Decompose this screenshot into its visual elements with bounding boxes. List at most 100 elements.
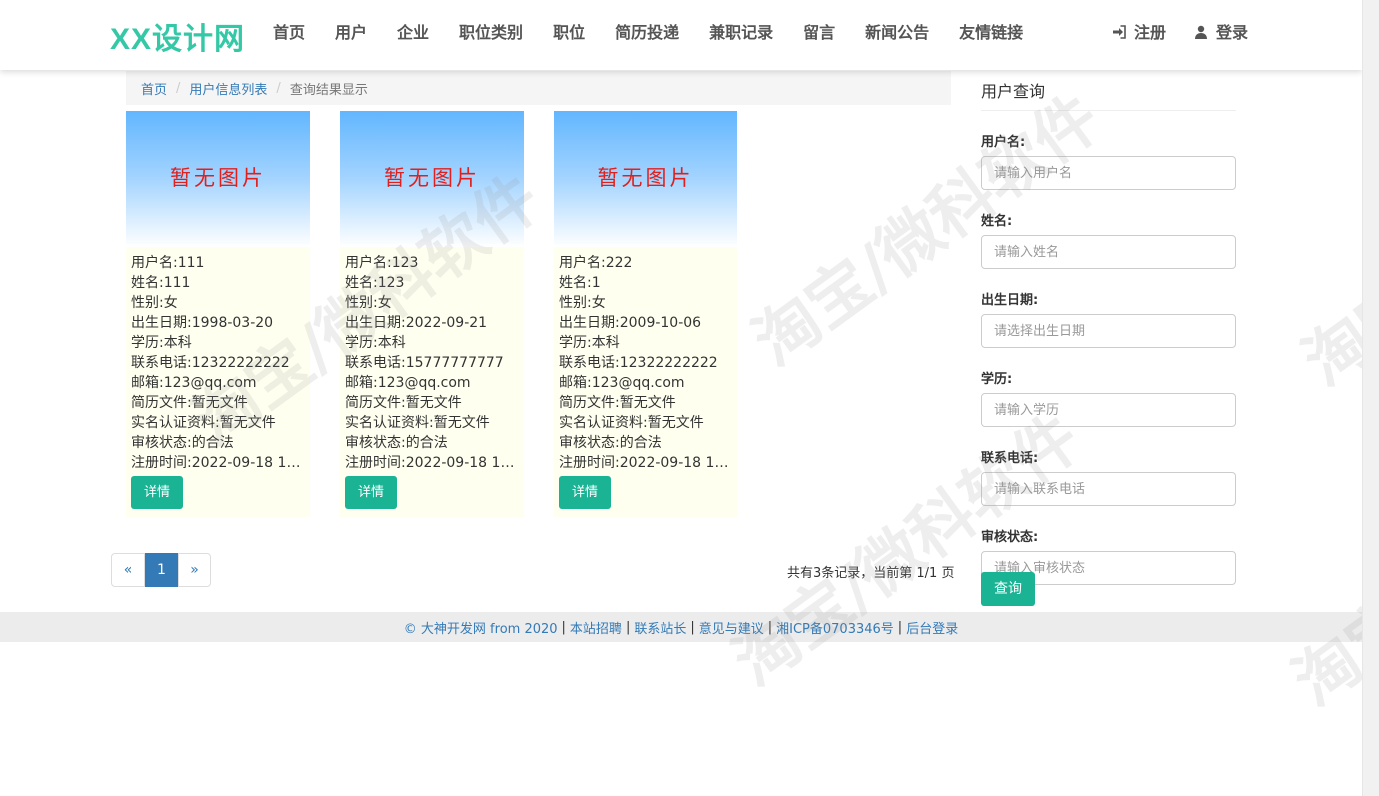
footer-link-feedback[interactable]: 意见与建议: [699, 618, 764, 637]
card-review-status: 审核状态:的合法: [559, 435, 662, 451]
user-card: 暂无图片 用户名:123 姓名:123 性别:女 出生日期:2022-09-21…: [340, 111, 524, 517]
page-1-button[interactable]: 1: [145, 553, 178, 587]
main-nav: 首页 用户 企业 职位类别 职位 简历投递 兼职记录 留言 新闻公告 友情链接: [258, 0, 1038, 70]
footer-link-icp[interactable]: 湘ICP备0703346号: [776, 618, 894, 637]
card-birthdate: 出生日期:2022-09-21: [345, 315, 488, 331]
card-email: 邮箱:123@qq.com: [345, 375, 471, 391]
card-email: 邮箱:123@qq.com: [559, 375, 685, 391]
card-name: 姓名:1: [559, 275, 601, 291]
birthdate-input[interactable]: [981, 314, 1236, 348]
card-phone: 联系电话:12322222222: [559, 355, 718, 371]
login-label: 登录: [1216, 23, 1249, 42]
search-panel-title: 用户查询: [981, 78, 1236, 111]
nav-item-job-categories[interactable]: 职位类别: [444, 0, 538, 70]
page-next-button[interactable]: »: [178, 553, 211, 587]
review-status-label: 审核状态:: [981, 530, 1039, 545]
footer-separator: |: [767, 619, 773, 635]
user-card-list: 暂无图片 用户名:111 姓名:111 性别:女 出生日期:1998-03-20…: [126, 111, 767, 517]
phone-input[interactable]: [981, 472, 1236, 506]
page-prev-button[interactable]: «: [111, 553, 145, 587]
register-label: 注册: [1134, 23, 1167, 42]
user-card: 暂无图片 用户名:222 姓名:1 性别:女 出生日期:2009-10-06 学…: [554, 111, 737, 517]
user-search-panel: 用户查询 用户名: 姓名: 出生日期: 学历: 联系电话: 审核状态:: [981, 78, 1236, 585]
card-register-time: 注册时间:2022-09-18 18:...: [559, 455, 732, 471]
card-birthdate: 出生日期:2009-10-06: [559, 315, 702, 331]
card-verification-file: 实名认证资料:暂无文件: [345, 415, 490, 431]
nav-item-companies[interactable]: 企业: [382, 0, 444, 70]
education-label: 学历:: [981, 372, 1013, 387]
birthdate-label: 出生日期:: [981, 293, 1039, 308]
education-input[interactable]: [981, 393, 1236, 427]
card-education: 学历:本科: [345, 335, 406, 351]
card-info: 用户名:222 姓名:1 性别:女 出生日期:2009-10-06 学历:本科 …: [554, 247, 737, 509]
card-info: 用户名:123 姓名:123 性别:女 出生日期:2022-09-21 学历:本…: [340, 247, 524, 509]
card-name: 姓名:123: [345, 275, 405, 291]
card-image-placeholder: 暂无图片: [340, 111, 524, 247]
nav-item-home[interactable]: 首页: [258, 0, 320, 70]
footer: © 大神开发网 from 2020 | 本站招聘 | 联系站长 | 意见与建议 …: [0, 612, 1362, 642]
nav-item-news[interactable]: 新闻公告: [850, 0, 944, 70]
detail-button[interactable]: 详情: [559, 476, 612, 509]
card-verification-file: 实名认证资料:暂无文件: [131, 415, 276, 431]
footer-separator: |: [625, 619, 631, 635]
footer-link-contact[interactable]: 联系站长: [634, 618, 686, 637]
card-resume-file: 简历文件:暂无文件: [345, 395, 462, 411]
no-image-text: 暂无图片: [384, 166, 480, 190]
nav-item-jobs[interactable]: 职位: [538, 0, 600, 70]
breadcrumb-current: 查询结果显示: [289, 82, 368, 98]
sign-in-icon: [1113, 25, 1126, 39]
card-verification-file: 实名认证资料:暂无文件: [559, 415, 704, 431]
card-birthdate: 出生日期:1998-03-20: [131, 315, 274, 331]
card-register-time: 注册时间:2022-09-18 18:...: [345, 455, 519, 471]
page-summary: 共有3条记录，当前第 1/1 页: [787, 566, 955, 581]
card-gender: 性别:女: [559, 295, 606, 311]
card-register-time: 注册时间:2022-09-18 18:...: [131, 455, 305, 471]
card-image-placeholder: 暂无图片: [554, 111, 737, 247]
card-username: 用户名:111: [131, 255, 205, 271]
no-image-text: 暂无图片: [170, 166, 266, 190]
detail-button[interactable]: 详情: [131, 476, 184, 509]
card-education: 学历:本科: [131, 335, 192, 351]
card-phone: 联系电话:12322222222: [131, 355, 290, 371]
name-input[interactable]: [981, 235, 1236, 269]
nav-item-messages[interactable]: 留言: [788, 0, 850, 70]
nav-item-parttime-records[interactable]: 兼职记录: [694, 0, 788, 70]
card-review-status: 审核状态:的合法: [345, 435, 448, 451]
register-link[interactable]: 注册: [1098, 0, 1180, 70]
card-email: 邮箱:123@qq.com: [131, 375, 257, 391]
breadcrumb: 首页 / 用户信息列表 / 查询结果显示: [126, 71, 951, 105]
pagination: « 1 »: [111, 553, 211, 587]
username-label: 用户名:: [981, 135, 1026, 150]
footer-separator: |: [561, 619, 566, 635]
name-label: 姓名:: [981, 214, 1013, 229]
user-icon: [1195, 25, 1208, 39]
top-navbar: XX设计网 首页 用户 企业 职位类别 职位 简历投递 兼职记录 留言 新闻公告…: [0, 0, 1362, 70]
footer-separator: |: [897, 619, 903, 635]
card-resume-file: 简历文件:暂无文件: [559, 395, 676, 411]
no-image-text: 暂无图片: [597, 166, 694, 190]
footer-link-admin[interactable]: 后台登录: [906, 618, 958, 637]
card-username: 用户名:222: [559, 255, 633, 271]
footer-link-recruit[interactable]: 本站招聘: [570, 618, 622, 637]
brand-logo[interactable]: XX设计网: [110, 14, 245, 58]
breadcrumb-separator: /: [176, 80, 181, 96]
username-input[interactable]: [981, 156, 1236, 190]
nav-item-friend-links[interactable]: 友情链接: [944, 0, 1038, 70]
card-review-status: 审核状态:的合法: [131, 435, 234, 451]
nav-item-users[interactable]: 用户: [320, 0, 382, 70]
breadcrumb-user-list[interactable]: 用户信息列表: [189, 79, 267, 98]
footer-copyright[interactable]: © 大神开发网 from 2020: [404, 618, 558, 637]
nav-item-resume-submission[interactable]: 简历投递: [600, 0, 694, 70]
breadcrumb-home[interactable]: 首页: [141, 79, 167, 98]
login-link[interactable]: 登录: [1180, 0, 1262, 70]
card-phone: 联系电话:15777777777: [345, 355, 504, 371]
detail-button[interactable]: 详情: [345, 476, 398, 509]
query-button[interactable]: 查询: [981, 572, 1035, 606]
breadcrumb-separator: /: [276, 80, 281, 96]
card-username: 用户名:123: [345, 255, 419, 271]
vertical-scrollbar[interactable]: [1362, 0, 1379, 796]
phone-label: 联系电话:: [981, 451, 1039, 466]
card-resume-file: 简历文件:暂无文件: [131, 395, 248, 411]
card-image-placeholder: 暂无图片: [126, 111, 310, 247]
card-gender: 性别:女: [345, 295, 392, 311]
